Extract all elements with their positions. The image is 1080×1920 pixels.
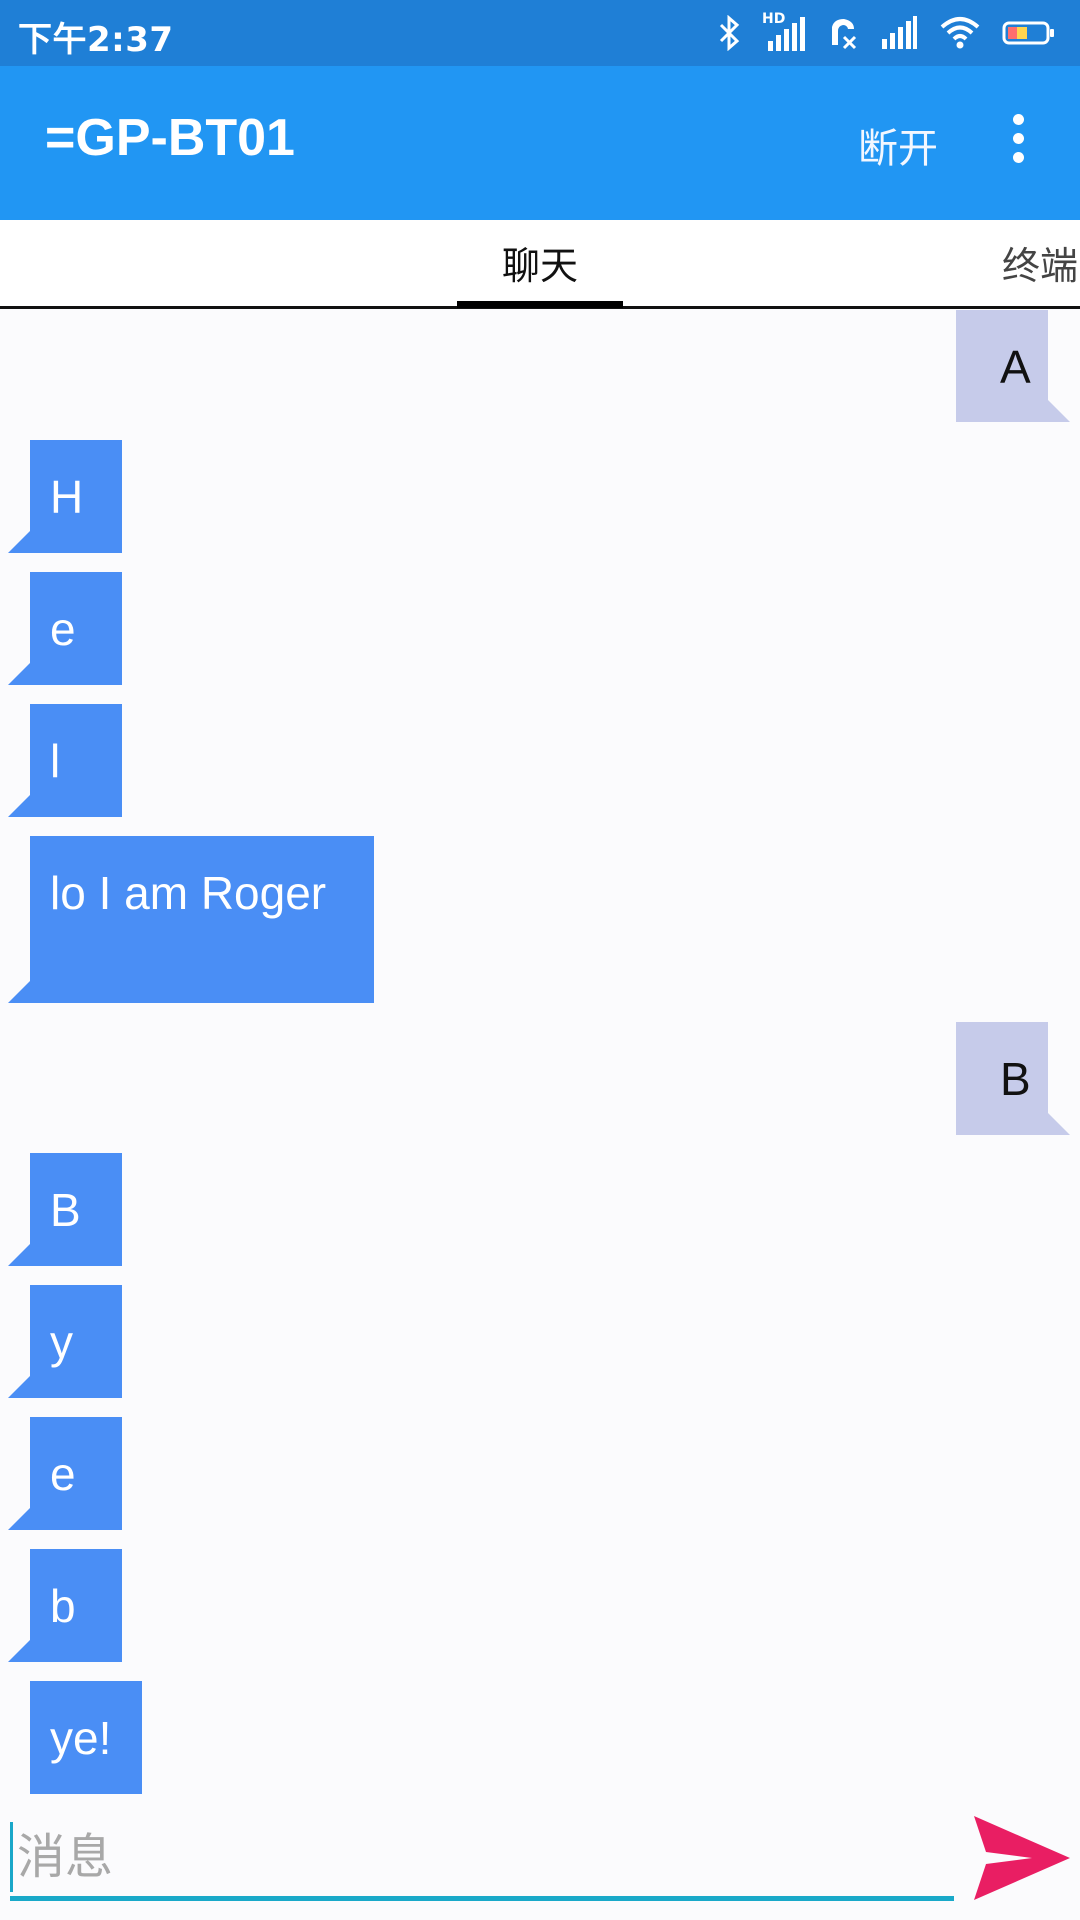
status-icons: HD — [718, 10, 1056, 56]
incoming-message: e — [8, 1417, 122, 1530]
status-time: 下午2:37 — [18, 20, 174, 60]
battery-icon — [1002, 19, 1056, 47]
menu-dot — [1013, 114, 1024, 125]
message-text: b — [50, 1580, 76, 1632]
tab-chat[interactable]: 聊天 — [457, 220, 623, 308]
disconnect-button[interactable]: 断开 — [858, 116, 938, 174]
incoming-message: ye! — [30, 1681, 142, 1794]
message-text: y — [50, 1316, 73, 1368]
incoming-message: b — [8, 1549, 122, 1662]
bluetooth-icon — [718, 15, 740, 51]
bubble-tail — [8, 981, 30, 1003]
chat-screen: 下午2:37 HD =GP-BT01 断开 聊天 终端 A H e l lo I… — [0, 0, 1080, 1920]
bubble-tail — [8, 795, 30, 817]
message-text: lo I am Roger — [50, 867, 327, 919]
menu-dot — [1013, 133, 1024, 144]
bubble-tail — [8, 531, 30, 553]
send-icon — [974, 1816, 1070, 1900]
bubble-tail — [8, 663, 30, 685]
bubble-tail — [8, 1508, 30, 1530]
bubble-tail — [8, 1640, 30, 1662]
outgoing-message: B — [956, 1022, 1070, 1135]
message-text: B — [1000, 1053, 1031, 1105]
incoming-message: B — [8, 1153, 122, 1266]
incoming-message: e — [8, 572, 122, 685]
outgoing-message: A — [956, 310, 1070, 422]
wifi-icon — [940, 15, 980, 51]
app-title: =GP-BT01 — [45, 109, 295, 167]
incoming-message: l — [8, 704, 122, 817]
bubble-tail — [8, 1376, 30, 1398]
call-blocked-icon — [828, 15, 858, 51]
status-bar: 下午2:37 HD — [0, 0, 1080, 66]
message-text: ye! — [50, 1712, 112, 1764]
app-bar: =GP-BT01 断开 — [0, 66, 1080, 220]
message-text: e — [50, 603, 76, 655]
message-text: A — [1000, 341, 1031, 393]
compose-bar — [0, 1800, 1080, 1920]
hd-signal-icon: HD — [762, 11, 806, 53]
bubble-tail — [1048, 1113, 1070, 1135]
tab-terminal[interactable]: 终端 — [1002, 220, 1078, 306]
message-input[interactable] — [10, 1822, 957, 1892]
incoming-message: y — [8, 1285, 122, 1398]
bubble-tail — [1048, 400, 1070, 422]
message-text: e — [50, 1448, 76, 1500]
hd-label: HD — [762, 11, 786, 27]
send-button[interactable] — [970, 1812, 1074, 1904]
input-underline — [10, 1896, 954, 1901]
message-text: B — [50, 1184, 81, 1236]
incoming-message: lo I am Roger — [8, 836, 374, 1003]
incoming-message: H — [8, 440, 122, 553]
more-vert-icon[interactable] — [1000, 108, 1036, 168]
message-text: H — [50, 471, 84, 523]
message-text: l — [50, 735, 61, 787]
tab-bar: 聊天 终端 — [0, 220, 1080, 309]
bubble-tail — [8, 1244, 30, 1266]
signal-icon — [880, 15, 918, 51]
menu-dot — [1013, 152, 1024, 163]
